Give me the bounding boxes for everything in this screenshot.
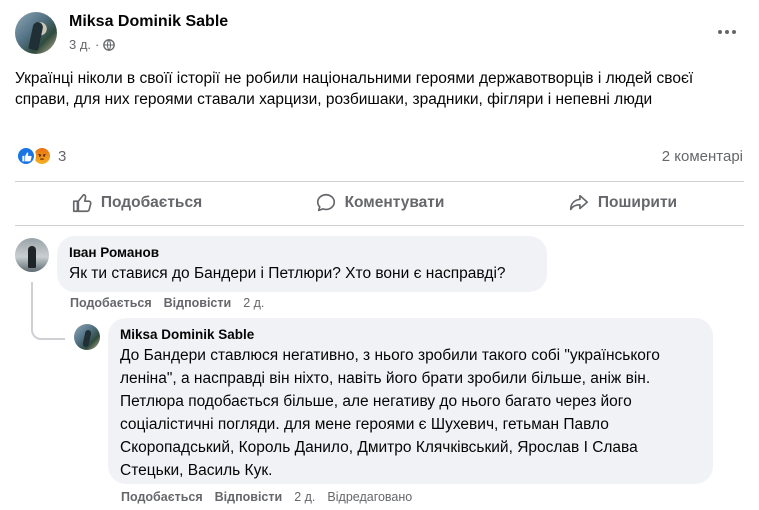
comment-button-label: Коментувати — [344, 194, 445, 211]
like-reaction-icon — [16, 146, 36, 166]
thumbs-up-icon — [72, 193, 92, 213]
author-avatar[interactable] — [15, 12, 57, 54]
comment-like-button[interactable]: Подобається — [70, 296, 152, 310]
dot-icon — [718, 30, 722, 34]
post-meta: 3 д. · — [69, 37, 116, 52]
reply-like-button[interactable]: Подобається — [121, 490, 203, 504]
globe-icon — [103, 38, 116, 51]
commenter-avatar[interactable] — [15, 238, 49, 272]
reply-author-name[interactable]: Miksa Dominik Sable — [120, 326, 701, 344]
like-button[interactable]: Подобається — [15, 183, 258, 223]
comment-time[interactable]: 2 д. — [243, 296, 264, 310]
share-arrow-icon — [569, 194, 588, 211]
reply-text: До Бандери ставлюся негативно, з нього з… — [120, 347, 660, 479]
post-header: Miksa Dominik Sable 3 д. · — [15, 12, 745, 56]
dot-icon — [725, 30, 729, 34]
post-text: Українці ніколи в своїї історії не робил… — [15, 70, 694, 108]
reply-actions: Подобається Відповісти 2 д. Відредагован… — [121, 490, 412, 504]
like-button-label: Подобається — [100, 194, 203, 211]
post-actions-bar: Подобається Коментувати Поширити — [15, 183, 744, 223]
reply-reply-button[interactable]: Відповісти — [215, 490, 283, 504]
comment-bubble: Іван Романов Як ти ставися до Бандери і … — [57, 236, 547, 292]
reply-thread-line — [31, 282, 65, 340]
edited-label: Відредаговано — [327, 490, 413, 504]
reply-bubble: Miksa Dominik Sable До Бандери ставлюся … — [108, 318, 713, 484]
comments-count-link[interactable]: 2 коментарі — [662, 148, 743, 165]
share-button[interactable]: Поширити — [501, 183, 744, 223]
more-options-button[interactable] — [713, 22, 741, 42]
reply-author-avatar[interactable] — [74, 324, 100, 350]
speech-bubble-icon — [316, 193, 335, 212]
divider — [15, 181, 744, 182]
reaction-count: 3 — [58, 147, 67, 165]
comment-reply-button[interactable]: Відповісти — [164, 296, 232, 310]
silhouette-shape — [28, 246, 36, 268]
share-button-label: Поширити — [597, 194, 678, 211]
post-author-name[interactable]: Miksa Dominik Sable — [69, 13, 228, 31]
reactions-summary[interactable]: 3 — [16, 146, 66, 166]
reply-time[interactable]: 2 д. — [294, 490, 315, 504]
comment-button[interactable]: Коментувати — [258, 183, 501, 223]
comment-author-name[interactable]: Іван Романов — [69, 244, 535, 262]
silhouette-shape — [82, 329, 92, 348]
dot-icon — [732, 30, 736, 34]
comment-text: Як ти ставися до Бандери і Петлюри? Хто … — [69, 265, 506, 282]
divider — [15, 225, 744, 226]
comment-actions: Подобається Відповісти 2 д. — [70, 296, 264, 310]
post-time[interactable]: 3 д. — [69, 37, 91, 52]
